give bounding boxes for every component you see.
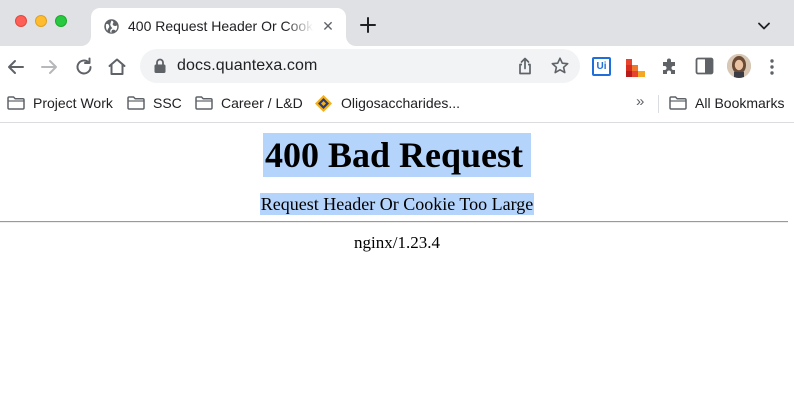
- folder-icon: [127, 96, 145, 110]
- close-window-button[interactable]: [15, 15, 27, 27]
- back-icon[interactable]: [4, 55, 28, 79]
- bookmark-ssc[interactable]: SSC: [127, 88, 182, 118]
- extension-blocks-icon[interactable]: [626, 57, 645, 77]
- zoom-window-button[interactable]: [55, 15, 67, 27]
- all-bookmarks-button[interactable]: All Bookmarks: [669, 88, 784, 118]
- url-text[interactable]: docs.quantexa.com: [177, 57, 317, 75]
- folder-icon: [669, 96, 687, 110]
- chevron-down-icon[interactable]: [754, 16, 774, 36]
- title-bar: 400 Request Header Or Cookie Too Large ✕: [0, 0, 794, 46]
- home-icon[interactable]: [105, 55, 129, 79]
- bookmark-label: Career / L&D: [221, 95, 303, 111]
- bookmark-label: SSC: [153, 95, 182, 111]
- folder-icon: [195, 96, 213, 110]
- error-subheading-wrap: Request Header Or Cookie Too Large: [0, 193, 794, 215]
- uipath-extension-icon[interactable]: Ui: [592, 57, 611, 76]
- bookmarks-overflow-chevron[interactable]: »: [636, 93, 644, 110]
- forward-icon[interactable]: [37, 55, 61, 79]
- new-tab-icon[interactable]: [356, 13, 380, 37]
- minimize-window-button[interactable]: [35, 15, 47, 27]
- all-bookmarks-label: All Bookmarks: [695, 95, 785, 111]
- reload-icon[interactable]: [72, 55, 96, 79]
- active-tab[interactable]: 400 Request Header Or Cookie Too Large ✕: [91, 8, 346, 46]
- bookmark-oligosaccharides[interactable]: Oligosaccharides...: [314, 88, 460, 118]
- extensions-puzzle-icon[interactable]: [660, 56, 680, 76]
- bookmark-career[interactable]: Career / L&D: [195, 88, 303, 118]
- profile-avatar[interactable]: [727, 54, 751, 78]
- address-bar[interactable]: docs.quantexa.com: [140, 49, 580, 83]
- bookmark-label: Oligosaccharides...: [341, 95, 461, 111]
- server-signature: nginx/1.23.4: [354, 233, 440, 252]
- side-panel-icon[interactable]: [695, 57, 714, 75]
- bookmark-project-work[interactable]: Project Work: [7, 88, 113, 118]
- bookmarks-bar: Project Work SSC Career / L&D Oligosacch…: [0, 88, 794, 123]
- bookmark-label: Project Work: [33, 95, 113, 111]
- tab-title: 400 Request Header Or Cookie Too Large: [128, 18, 313, 34]
- bookmark-star-icon[interactable]: [550, 56, 570, 76]
- error-subheading: Request Header Or Cookie Too Large: [259, 193, 535, 215]
- page-content: 400 Bad Request Request Header Or Cookie…: [0, 124, 794, 400]
- globe-icon: [104, 19, 119, 34]
- close-tab-icon[interactable]: ✕: [318, 16, 338, 36]
- error-heading: 400 Bad Request: [262, 133, 532, 177]
- error-heading-wrap: 400 Bad Request: [0, 133, 794, 177]
- lock-icon[interactable]: [153, 58, 167, 74]
- site-favicon-icon: [315, 94, 332, 112]
- bookmarks-divider: [658, 95, 659, 113]
- folder-icon: [7, 96, 25, 110]
- share-icon[interactable]: [515, 56, 535, 76]
- horizontal-rule: [0, 221, 788, 223]
- browser-toolbar: docs.quantexa.com Ui: [0, 46, 794, 88]
- more-menu-icon[interactable]: [765, 57, 779, 77]
